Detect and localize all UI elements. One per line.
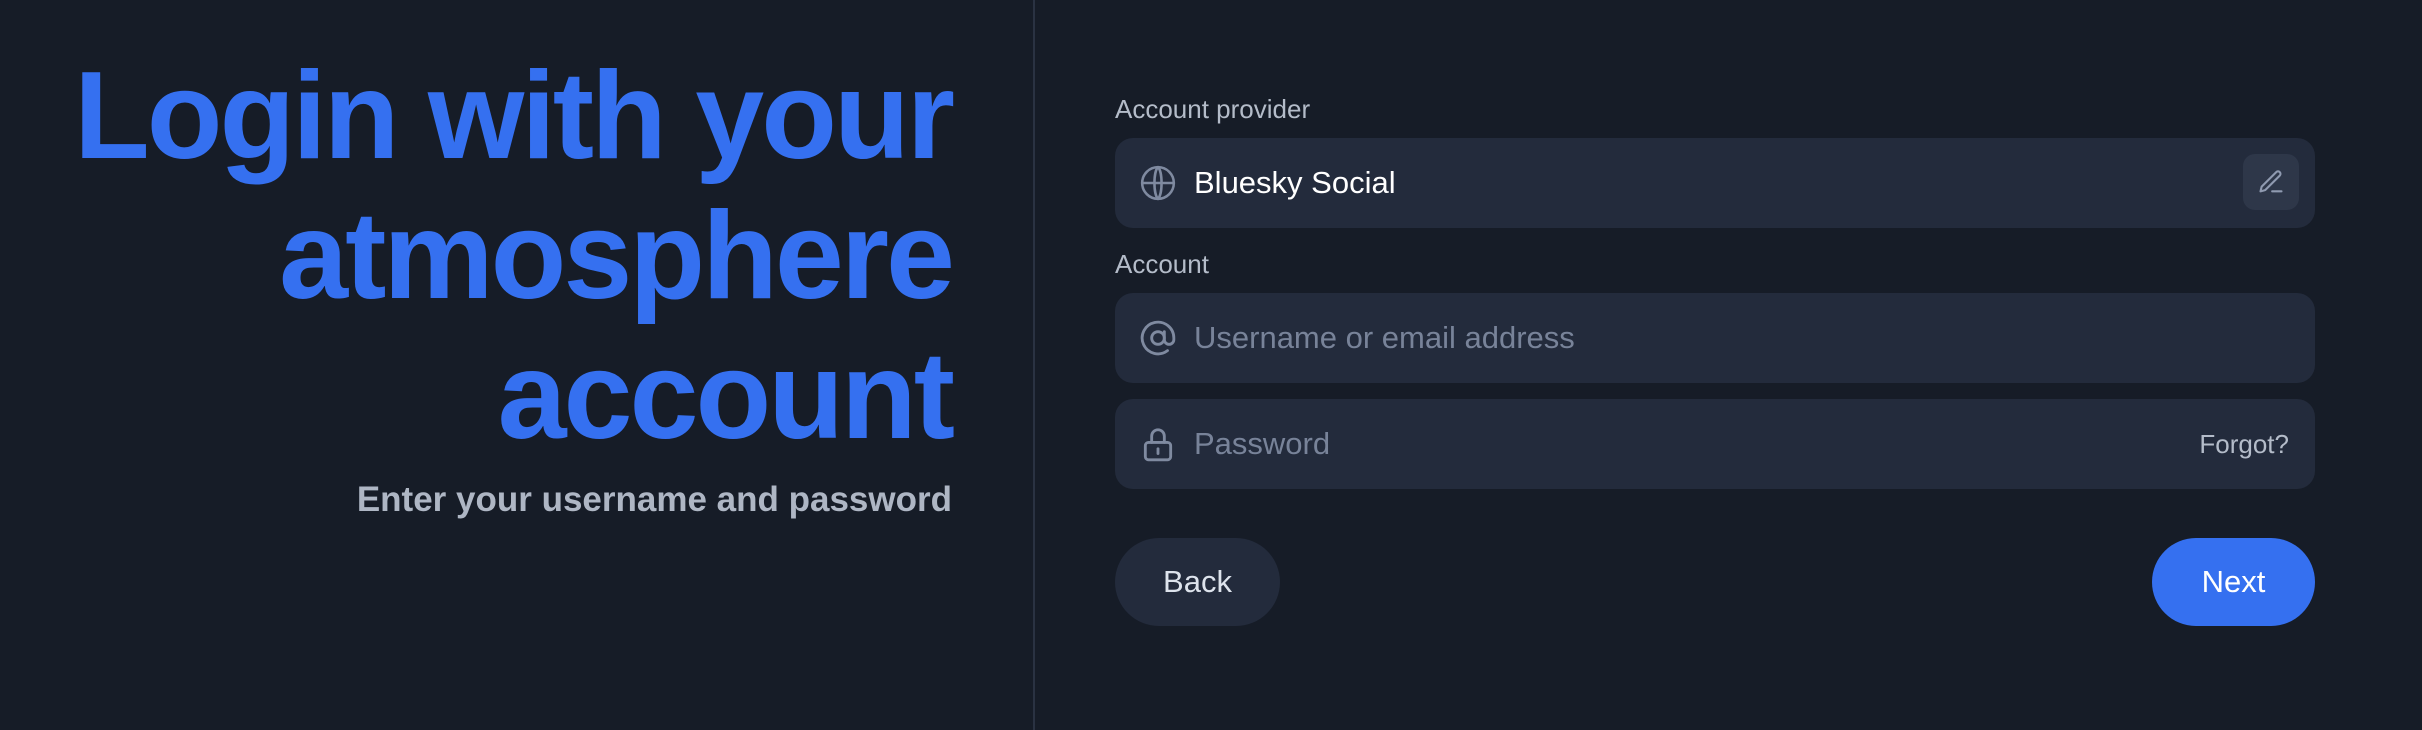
- login-form: Account provider Bluesky Social Account: [1115, 0, 2315, 730]
- password-input[interactable]: [1194, 399, 1954, 489]
- pencil-icon: [2259, 170, 2283, 193]
- next-button[interactable]: Next: [2152, 538, 2315, 626]
- intro-panel: Login with your atmosphere account Enter…: [0, 0, 1033, 730]
- login-page: Login with your atmosphere account Enter…: [0, 0, 2422, 730]
- at-sign-icon: [1139, 319, 1177, 357]
- back-button[interactable]: Back: [1115, 538, 1280, 626]
- panel-divider: [1033, 0, 1035, 730]
- page-subtitle: Enter your username and password: [356, 480, 952, 519]
- lock-icon: [1139, 425, 1177, 463]
- account-provider-label: Account provider: [1115, 94, 1311, 124]
- account-provider-field[interactable]: Bluesky Social: [1115, 138, 2315, 228]
- username-field[interactable]: [1115, 293, 2315, 383]
- page-title-line-3: account: [497, 327, 955, 465]
- page-title: Login with your atmosphere account: [0, 46, 955, 466]
- page-title-line-2: atmosphere: [279, 187, 955, 325]
- page-title-line-1: Login with your: [74, 47, 955, 185]
- forgot-password-link[interactable]: Forgot?: [2199, 399, 2289, 489]
- username-input[interactable]: [1194, 293, 2094, 383]
- edit-provider-button[interactable]: [2243, 154, 2299, 210]
- account-provider-value: Bluesky Social: [1194, 165, 1396, 200]
- password-field[interactable]: Forgot?: [1115, 399, 2315, 489]
- account-label: Account: [1115, 249, 1209, 279]
- globe-icon: [1139, 164, 1177, 202]
